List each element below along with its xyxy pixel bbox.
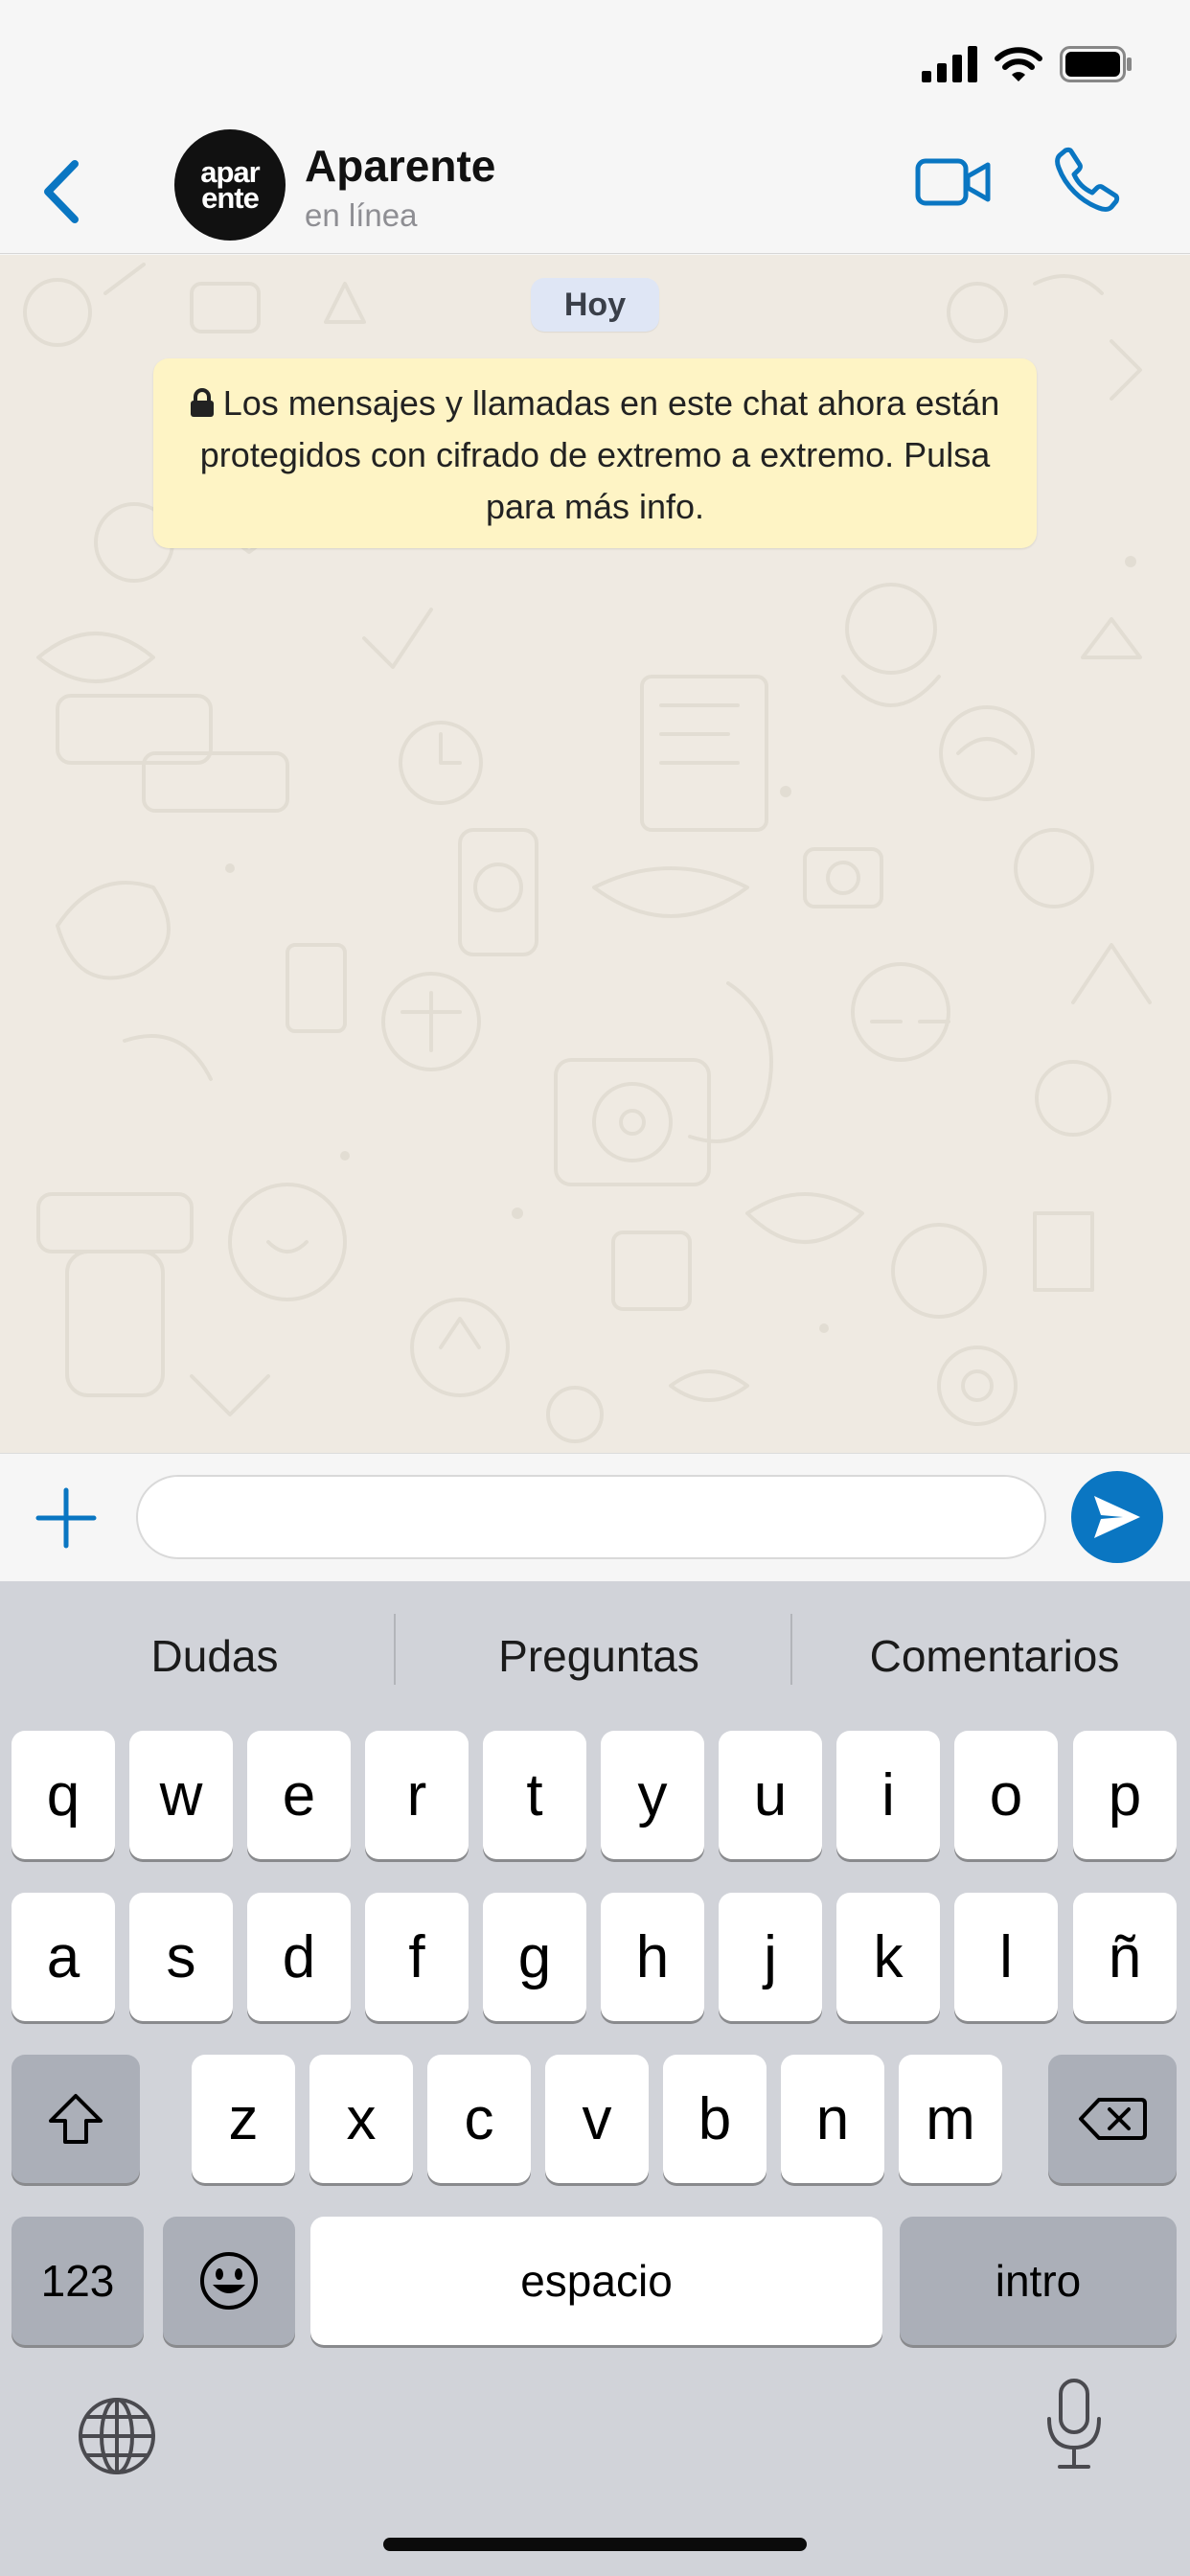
contact-status: en línea: [305, 197, 418, 233]
send-button[interactable]: [1071, 1471, 1163, 1563]
suggestion-divider: [394, 1614, 396, 1685]
globe-button[interactable]: [77, 2396, 157, 2476]
key-k[interactable]: k: [836, 1893, 940, 2021]
key-t[interactable]: t: [483, 1731, 586, 1859]
space-key[interactable]: espacio: [310, 2217, 882, 2345]
key-h[interactable]: h: [601, 1893, 704, 2021]
avatar-line2: ente: [201, 181, 260, 215]
predictive-bar: Dudas Preguntas Comentarios: [0, 1581, 1190, 1725]
space-key-label: espacio: [520, 2256, 673, 2306]
key-p[interactable]: p: [1073, 1731, 1177, 1859]
chat-area[interactable]: Hoy Los mensajes y llamadas en este chat…: [0, 255, 1190, 1453]
encryption-notice[interactable]: Los mensajes y llamadas en este chat aho…: [153, 358, 1037, 548]
home-indicator[interactable]: [383, 2538, 807, 2551]
keyboard: Dudas Preguntas Comentarios q w e r t y …: [0, 1581, 1190, 2576]
key-r[interactable]: r: [365, 1731, 469, 1859]
emoji-icon: [200, 2252, 258, 2310]
key-o[interactable]: o: [954, 1731, 1058, 1859]
plus-icon: [35, 1487, 97, 1549]
shift-icon: [49, 2094, 103, 2144]
suggestion-1[interactable]: Dudas: [23, 1620, 406, 1691]
key-q[interactable]: q: [11, 1731, 115, 1859]
microphone-icon: [1047, 2379, 1101, 2469]
date-separator: Hoy: [531, 278, 659, 332]
key-s[interactable]: s: [129, 1893, 233, 2021]
key-i[interactable]: i: [836, 1731, 940, 1859]
key-w[interactable]: w: [129, 1731, 233, 1859]
key-g[interactable]: g: [483, 1893, 586, 2021]
backspace-icon: [1079, 2098, 1147, 2140]
chevron-left-icon: [44, 160, 79, 223]
key-a[interactable]: a: [11, 1893, 115, 2021]
key-m[interactable]: m: [899, 2055, 1002, 2183]
attach-button[interactable]: [34, 1486, 98, 1550]
return-key-label: intro: [995, 2256, 1082, 2306]
signal-icon: [922, 46, 977, 82]
return-key[interactable]: intro: [900, 2217, 1177, 2345]
numbers-key-label: 123: [40, 2256, 115, 2306]
suggestion-3[interactable]: Comentarios: [803, 1620, 1186, 1691]
video-call-button[interactable]: [915, 153, 992, 220]
key-z[interactable]: z: [192, 2055, 295, 2183]
suggestion-2[interactable]: Preguntas: [407, 1620, 790, 1691]
key-enye[interactable]: ñ: [1073, 1893, 1177, 2021]
key-u[interactable]: u: [719, 1731, 822, 1859]
message-composer: [0, 1453, 1190, 1581]
suggestion-divider: [790, 1614, 792, 1685]
video-camera-icon: [915, 158, 991, 206]
key-e[interactable]: e: [247, 1731, 351, 1859]
key-f[interactable]: f: [365, 1893, 469, 2021]
contact-name[interactable]: Aparente: [305, 140, 495, 192]
shift-key[interactable]: [11, 2055, 140, 2183]
delete-key[interactable]: [1048, 2055, 1177, 2183]
dictation-button[interactable]: [1041, 2377, 1108, 2472]
key-b[interactable]: b: [663, 2055, 767, 2183]
key-c[interactable]: c: [427, 2055, 531, 2183]
emoji-key[interactable]: [163, 2217, 295, 2345]
phone-icon: [1055, 147, 1120, 212]
lock-icon: [190, 388, 214, 417]
status-bar: [0, 0, 1190, 125]
key-d[interactable]: d: [247, 1893, 351, 2021]
globe-icon: [79, 2398, 155, 2474]
battery-icon: [1060, 46, 1132, 82]
key-v[interactable]: v: [545, 2055, 649, 2183]
key-x[interactable]: x: [309, 2055, 413, 2183]
key-l[interactable]: l: [954, 1893, 1058, 2021]
send-icon: [1094, 1496, 1140, 1538]
back-button[interactable]: [33, 153, 90, 230]
message-input[interactable]: [136, 1475, 1046, 1559]
key-y[interactable]: y: [601, 1731, 704, 1859]
key-n[interactable]: n: [781, 2055, 884, 2183]
chat-header: apar ente Aparente en línea: [0, 125, 1190, 254]
avatar[interactable]: apar ente: [174, 129, 286, 241]
encryption-notice-text: Los mensajes y llamadas en este chat aho…: [199, 383, 1000, 526]
status-icons: [922, 46, 1133, 82]
voice-call-button[interactable]: [1054, 146, 1131, 222]
key-j[interactable]: j: [719, 1893, 822, 2021]
wifi-icon: [995, 47, 1042, 81]
numbers-key[interactable]: 123: [11, 2217, 144, 2345]
